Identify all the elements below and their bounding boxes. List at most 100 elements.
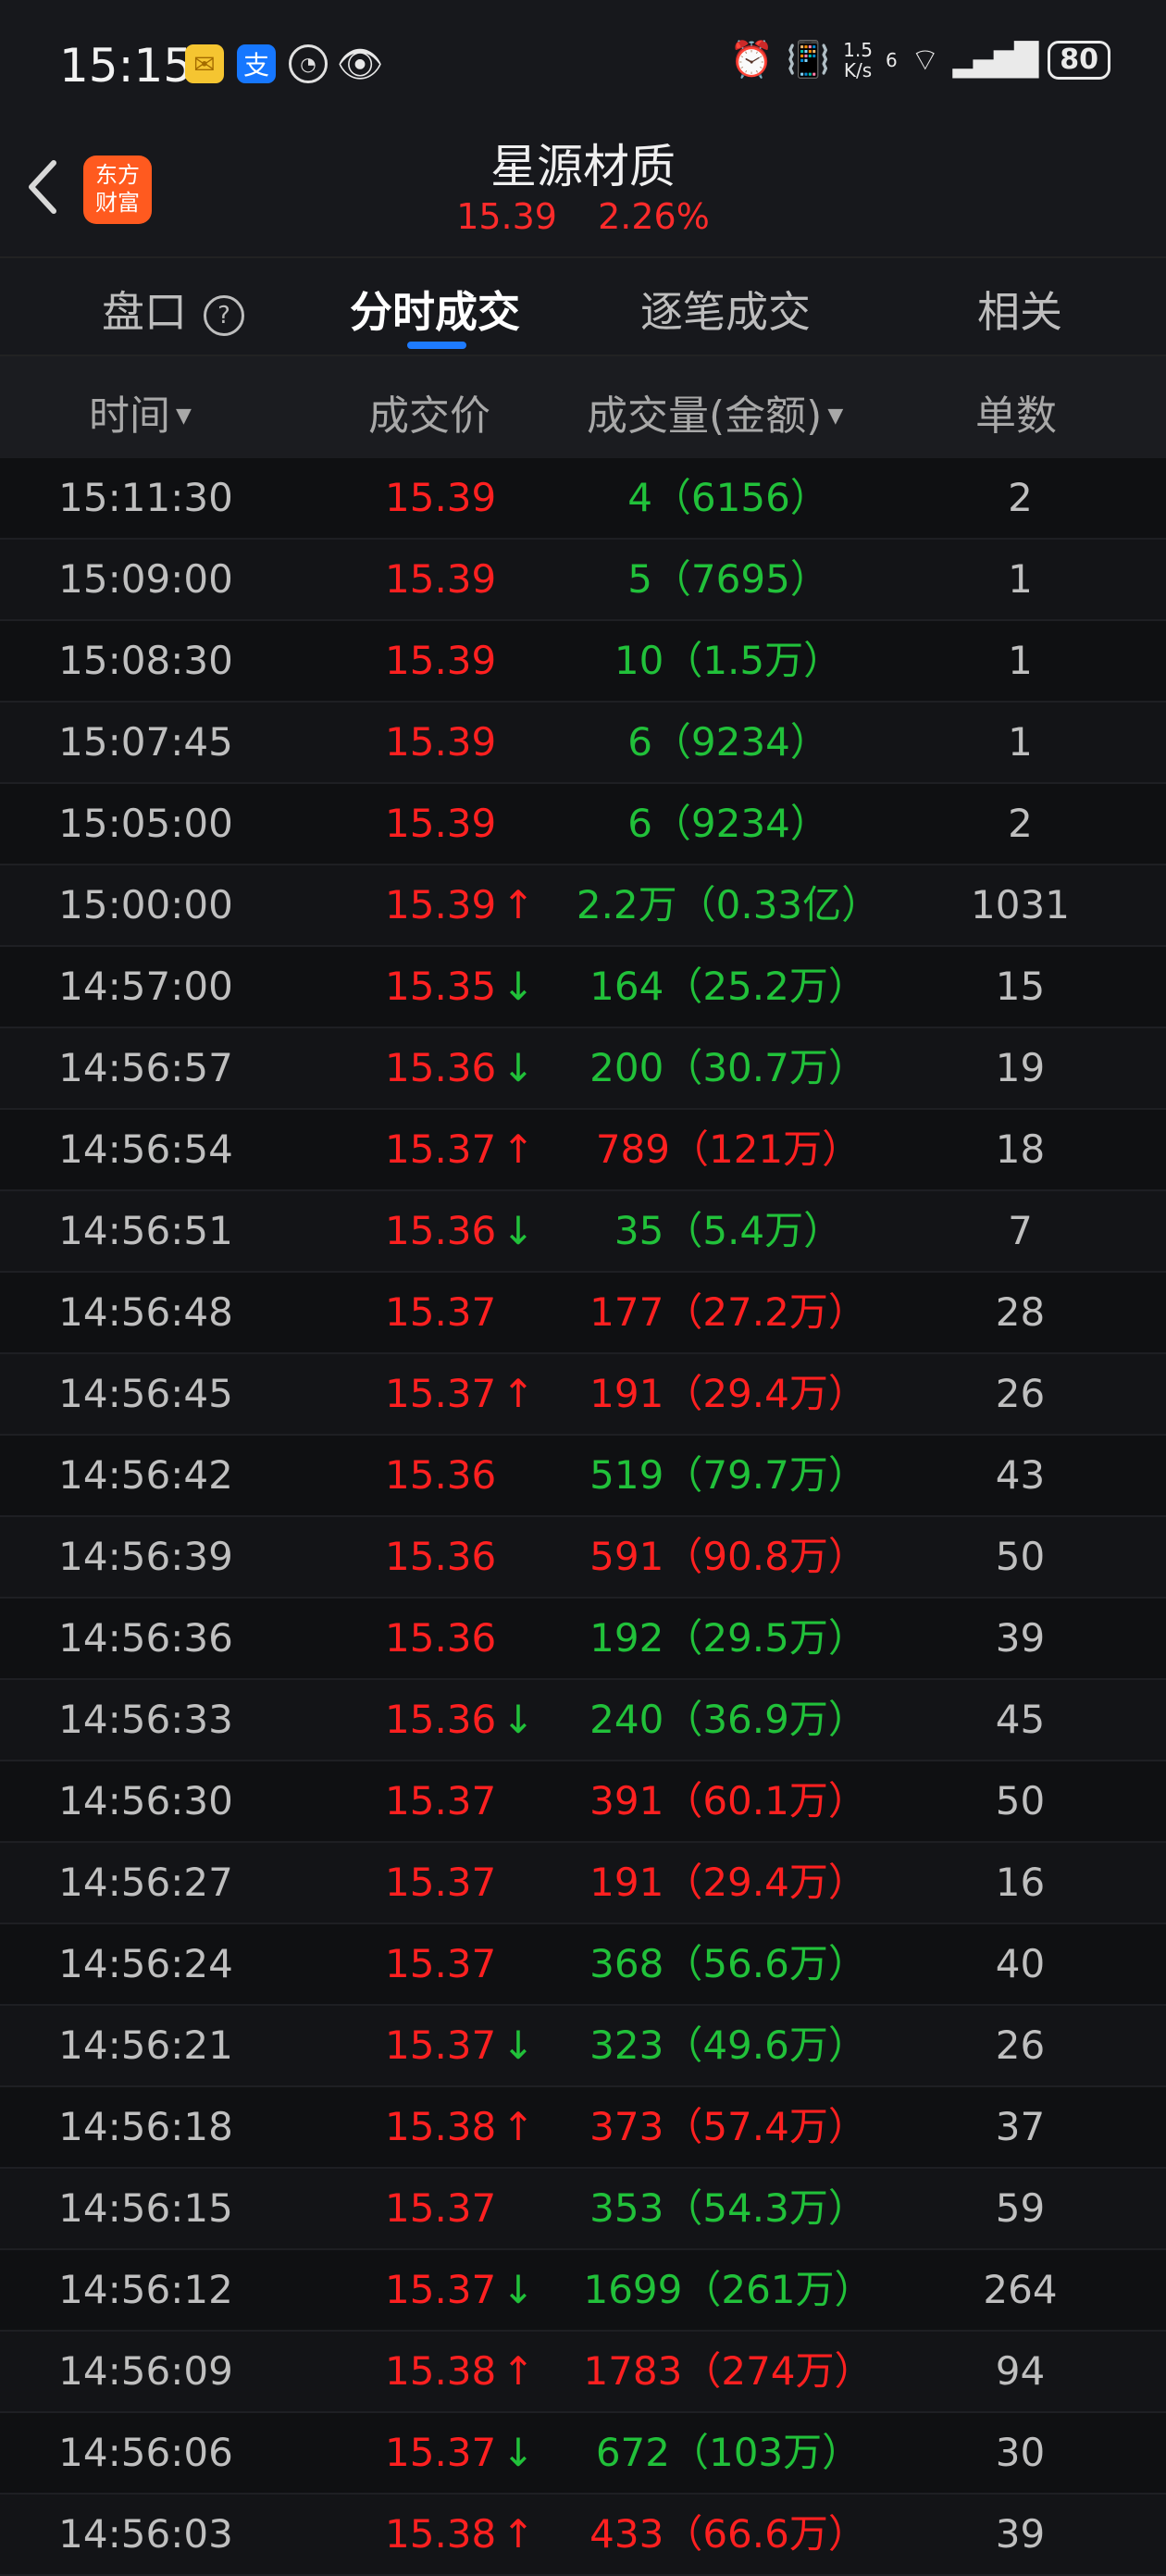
trade-time: 14:56:48: [58, 1289, 233, 1335]
trade-row: 14:56:33 15.36 ↓ 240（36.9万） 45: [0, 1680, 1166, 1761]
trade-time: 14:56:54: [58, 1126, 233, 1172]
mail-icon: ✉: [185, 44, 224, 83]
eye-icon: 👁: [336, 43, 384, 86]
tab-related[interactable]: 相关: [977, 279, 1062, 340]
trade-count: 19: [995, 1045, 1046, 1090]
trade-row: 14:56:15 15.37 353（54.3万） 59: [0, 2169, 1166, 2250]
trade-count: 37: [995, 2104, 1046, 2149]
trade-time: 15:08:30: [58, 638, 233, 683]
trade-row: 14:56:45 15.37 ↑ 191（29.4万） 26: [0, 1354, 1166, 1436]
trade-time: 14:56:15: [58, 2185, 233, 2231]
column-volume[interactable]: 成交量(金额) ▼: [587, 382, 843, 442]
change-percent: 2.26%: [598, 196, 710, 237]
trade-volume: 368（56.6万）: [589, 1941, 867, 1986]
trade-volume: 177（27.2万）: [589, 1289, 867, 1335]
trade-count: 39: [995, 2511, 1046, 2557]
signal-label: 6: [885, 48, 898, 71]
clock: 15:15: [59, 39, 193, 93]
tab-tick-trades[interactable]: 逐笔成交: [640, 279, 811, 340]
trade-time: 14:56:18: [58, 2104, 233, 2149]
trade-time: 15:05:00: [58, 801, 233, 846]
trade-count: 94: [995, 2348, 1046, 2394]
trade-row: 14:56:27 15.37 191（29.4万） 16: [0, 1843, 1166, 1924]
wifi-icon: ⌔: [910, 42, 940, 79]
trade-count: 50: [995, 1534, 1046, 1579]
stock-name: 星源材质: [490, 140, 676, 193]
net-speed: 1.5 K/s: [843, 38, 873, 81]
trade-count: 1: [1008, 719, 1033, 765]
trade-count: 30: [995, 2430, 1046, 2475]
trade-volume: 10（1.5万）: [614, 638, 843, 683]
help-icon[interactable]: ?: [204, 295, 244, 336]
tab-bar: 盘口? 分时成交 逐笔成交 相关: [0, 258, 1166, 356]
trade-volume: 191（29.4万）: [589, 1371, 867, 1416]
trade-row: 15:07:45 15.39 6（9234） 1: [0, 703, 1166, 784]
trade-row: 14:56:42 15.36 519（79.7万） 43: [0, 1436, 1166, 1517]
trade-count: 1: [1008, 556, 1033, 602]
trade-count: 26: [995, 2022, 1046, 2068]
tab-order-book[interactable]: 盘口?: [102, 279, 244, 340]
column-time[interactable]: 时间 ▼: [89, 382, 192, 442]
trade-row: 15:00:00 15.39 ↑ 2.2万（0.33亿） 1031: [0, 865, 1166, 947]
trade-time: 15:11:30: [58, 475, 233, 520]
trade-volume: 240（36.9万）: [589, 1697, 867, 1742]
trade-volume: 6（9234）: [627, 801, 829, 846]
trade-time: 14:56:36: [58, 1615, 233, 1661]
system-icons: ⏰ 📳 1.5 K/s 6 ⌔ ▂▄▆█ 80: [729, 39, 1110, 81]
trade-time: 14:56:39: [58, 1534, 233, 1579]
trade-volume: 191（29.4万）: [589, 1860, 867, 1905]
trade-count: 39: [995, 1615, 1046, 1661]
trade-row: 14:56:30 15.37 391（60.1万） 50: [0, 1761, 1166, 1843]
trade-volume: 192（29.5万）: [589, 1615, 867, 1661]
trade-row: 15:05:00 15.39 6（9234） 2: [0, 784, 1166, 865]
trade-row: 14:56:06 15.37 ↓ 672（103万） 30: [0, 2413, 1166, 2495]
trade-row: 15:09:00 15.39 5（7695） 1: [0, 540, 1166, 621]
trade-count: 16: [995, 1860, 1046, 1905]
trade-time: 14:56:30: [58, 1778, 233, 1823]
trade-row: 14:57:00 15.35 ↓ 164（25.2万） 15: [0, 947, 1166, 1028]
trade-row: 14:56:18 15.38 ↑ 373（57.4万） 37: [0, 2087, 1166, 2169]
trade-time: 14:56:09: [58, 2348, 233, 2394]
trade-row: 14:56:21 15.37 ↓ 323（49.6万） 26: [0, 2006, 1166, 2087]
trade-count: 264: [983, 2267, 1058, 2312]
trade-count: 26: [995, 1371, 1046, 1416]
trade-time: 14:56:45: [58, 1371, 233, 1416]
trade-count: 45: [995, 1697, 1046, 1742]
trade-count: 28: [995, 1289, 1046, 1335]
trade-row: 14:56:48 15.37 177（27.2万） 28: [0, 1273, 1166, 1354]
trade-volume: 672（103万）: [595, 2430, 862, 2475]
trade-row: 14:56:12 15.37 ↓ 1699（261万） 264: [0, 2250, 1166, 2332]
trade-row: 14:56:09 15.38 ↑ 1783（274万） 94: [0, 2332, 1166, 2413]
sort-caret-icon: ▼: [827, 404, 844, 428]
battery-icon: 80: [1048, 40, 1110, 80]
trade-count: 18: [995, 1126, 1046, 1172]
vibrate-icon: 📳: [786, 39, 831, 80]
stock-header: 东方 财富 星源材质 15.39 2.26%: [0, 130, 1166, 258]
trade-volume: 164（25.2万）: [589, 964, 867, 1009]
trade-row: 14:56:57 15.36 ↓ 200（30.7万） 19: [0, 1028, 1166, 1110]
trade-row: 14:56:24 15.37 368（56.6万） 40: [0, 1924, 1166, 2006]
trade-time: 14:56:21: [58, 2022, 233, 2068]
trade-volume: 391（60.1万）: [589, 1778, 867, 1823]
trade-list[interactable]: 15:11:30 15.39 4（6156） 2 15:09:00 15.39 5（7695…: [0, 458, 1166, 2576]
trade-row: 14:56:51 15.36 ↓ 35（5.4万） 7: [0, 1191, 1166, 1273]
trade-count: 1031: [971, 882, 1070, 927]
trade-count: 40: [995, 1941, 1046, 1986]
trade-count: 15: [995, 964, 1046, 1009]
trade-count: 59: [995, 2185, 1046, 2231]
trade-volume: 35（5.4万）: [614, 1208, 843, 1253]
trade-time: 15:00:00: [58, 882, 233, 927]
trade-row: 15:08:30 15.39 10（1.5万） 1: [0, 621, 1166, 703]
trade-count: 7: [1008, 1208, 1033, 1253]
tab-minute-trades[interactable]: 分时成交: [350, 279, 520, 340]
status-bar: 15:15 ✉ 支 ◔ 👁 ⏰ 📳 1.5 K/s 6 ⌔ ▂▄▆█ 80: [0, 0, 1166, 130]
trade-volume: 519（79.7万）: [589, 1452, 867, 1498]
trade-time: 14:57:00: [58, 964, 233, 1009]
app-circle-icon: ◔: [289, 44, 328, 83]
trade-time: 14:56:57: [58, 1045, 233, 1090]
trade-volume: 4（6156）: [627, 475, 829, 520]
trade-time: 14:56:06: [58, 2430, 233, 2475]
trade-count: 2: [1008, 801, 1033, 846]
trade-volume: 6（9234）: [627, 719, 829, 765]
trade-volume: 200（30.7万）: [589, 1045, 867, 1090]
